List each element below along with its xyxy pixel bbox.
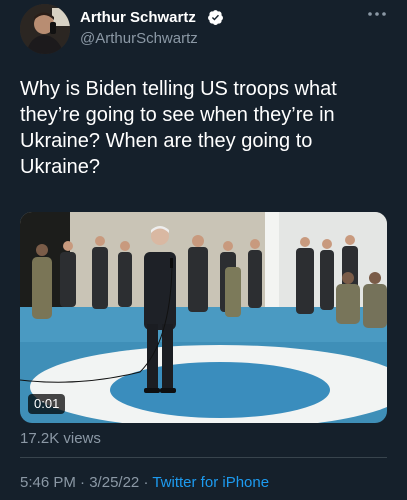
video-duration-badge: 0:01 <box>28 394 66 414</box>
view-count: 17.2K views <box>20 430 101 447</box>
tweet-source-link[interactable]: Twitter for iPhone <box>152 474 269 491</box>
tweet-date[interactable]: 3/25/22 <box>89 474 139 491</box>
video-thumbnail <box>20 212 387 423</box>
meta-separator: · <box>80 474 86 491</box>
profile-photo <box>20 4 70 54</box>
avatar[interactable] <box>20 4 70 54</box>
meta-separator: · <box>143 474 149 491</box>
tweet-time[interactable]: 5:46 PM <box>20 474 76 491</box>
tweet-text: Why is Biden telling US troops what they… <box>20 78 337 178</box>
tweet-meta: 5:46 PM · 3/25/22 · Twitter for iPhone <box>20 474 269 491</box>
verified-badge-icon <box>208 10 223 25</box>
author-name[interactable]: Arthur Schwartz <box>80 9 196 26</box>
divider <box>20 457 387 458</box>
tweet: Arthur Schwartz @ArthurSchwartz Why is B… <box>0 0 407 500</box>
author-handle[interactable]: @ArthurSchwartz <box>80 30 198 47</box>
more-horizontal-icon[interactable] <box>366 7 388 21</box>
video-player[interactable] <box>20 212 387 423</box>
